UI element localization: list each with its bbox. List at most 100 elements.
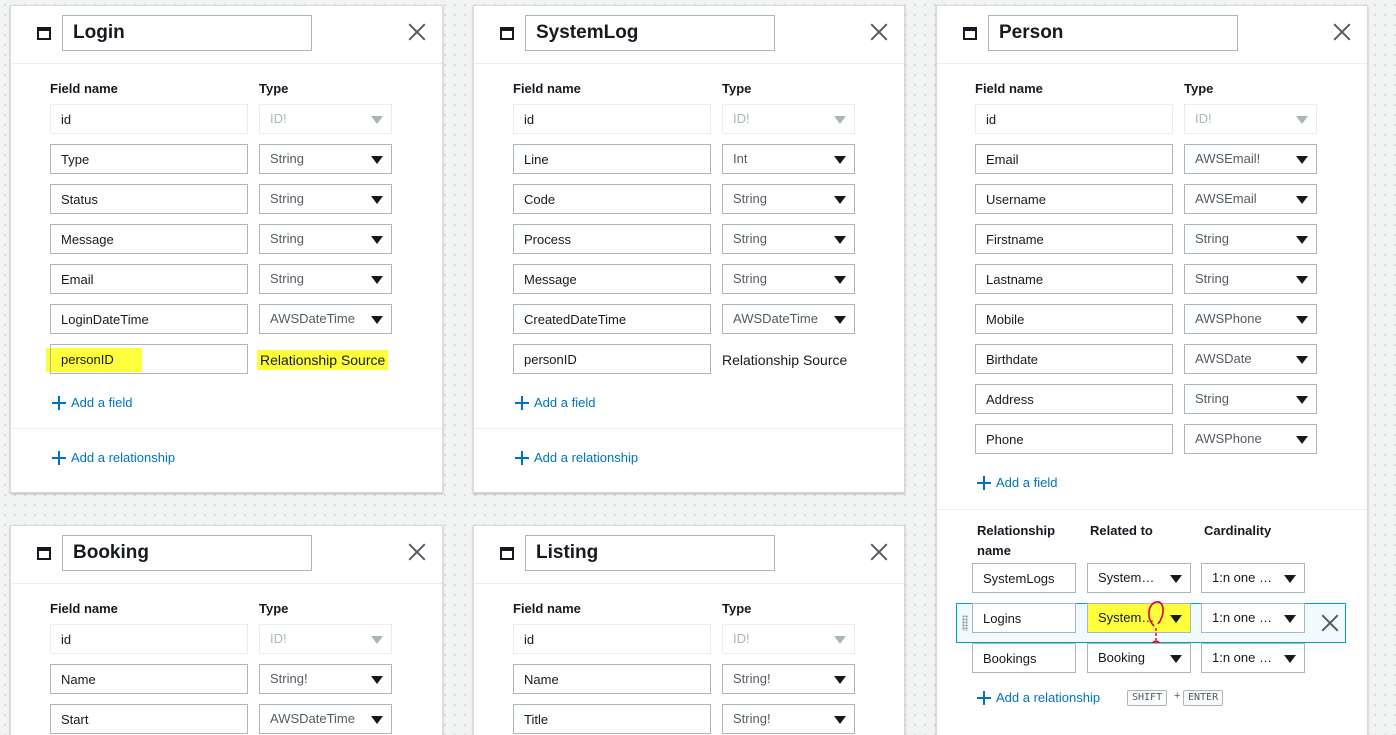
field-type-select[interactable]: String: [722, 224, 855, 254]
related-to-select[interactable]: System…: [1087, 603, 1191, 633]
field-name-input[interactable]: Name: [50, 664, 248, 694]
type-name-input[interactable]: Booking: [62, 535, 312, 571]
caret-down-icon: [371, 676, 383, 684]
field-name-input[interactable]: Address: [975, 384, 1173, 414]
header-line: Relationship: [977, 523, 1056, 538]
field-type-select[interactable]: AWSDate: [1184, 344, 1317, 374]
drag-handle-icon[interactable]: [962, 615, 968, 631]
field-name-input[interactable]: Type: [50, 144, 248, 174]
field-type-value: AWSPhone: [1195, 431, 1262, 446]
field-type-select[interactable]: String: [722, 264, 855, 294]
field-name-input[interactable]: Process: [513, 224, 711, 254]
relationship-name-input[interactable]: SystemLogs: [972, 563, 1076, 593]
close-icon[interactable]: [408, 543, 426, 561]
cardinality-select[interactable]: 1:n one …: [1201, 563, 1305, 593]
cardinality-select[interactable]: 1:n one …: [1201, 643, 1305, 673]
field-type-select[interactable]: AWSPhone: [1184, 424, 1317, 454]
field-type-select[interactable]: String: [259, 264, 392, 294]
caret-down-icon: [1170, 655, 1182, 663]
caret-down-icon: [1296, 316, 1308, 324]
field-name-input[interactable]: Lastname: [975, 264, 1173, 294]
type-name-input[interactable]: Listing: [525, 535, 775, 571]
add-relationship-link[interactable]: Add a relationship: [515, 450, 638, 466]
field-type-select[interactable]: String: [1184, 264, 1317, 294]
type-header: Type: [259, 601, 289, 616]
field-type-select[interactable]: AWSDateTime: [722, 304, 855, 334]
cardinality-header: Cardinality: [1204, 523, 1272, 538]
plus-icon: [977, 476, 991, 490]
related-to-select[interactable]: System…: [1087, 563, 1191, 593]
field-name-input[interactable]: Email: [975, 144, 1173, 174]
field-name-input: id: [50, 624, 248, 654]
field-type-select[interactable]: AWSPhone: [1184, 304, 1317, 334]
type-name-input[interactable]: Login: [62, 15, 312, 51]
field-type-select[interactable]: String: [1184, 384, 1317, 414]
field-type-select[interactable]: String: [722, 184, 855, 214]
field-name-input[interactable]: Birthdate: [975, 344, 1173, 374]
field-type-select[interactable]: AWSEmail!: [1184, 144, 1317, 174]
field-name-input[interactable]: Firstname: [975, 224, 1173, 254]
field-type-select[interactable]: String: [259, 144, 392, 174]
plus-icon: [515, 451, 529, 465]
add-relationship-link[interactable]: Add a relationship: [52, 450, 175, 466]
caret-down-icon: [1296, 276, 1308, 284]
field-name-input[interactable]: Start: [50, 704, 248, 734]
field-type-select[interactable]: AWSDateTime: [259, 304, 392, 334]
field-type-select[interactable]: String: [1184, 224, 1317, 254]
field-type-select[interactable]: String!: [259, 664, 392, 694]
field-type-select[interactable]: Int: [722, 144, 855, 174]
field-name-input[interactable]: LoginDateTime: [50, 304, 248, 334]
field-name-input[interactable]: Username: [975, 184, 1173, 214]
field-name-input[interactable]: Line: [513, 144, 711, 174]
close-icon[interactable]: [1333, 23, 1351, 41]
field-name-input[interactable]: Status: [50, 184, 248, 214]
field-name-input[interactable]: Title: [513, 704, 711, 734]
add-relationship-label: Add a relationship: [534, 450, 639, 465]
field-name-input[interactable]: personID: [513, 344, 711, 374]
field-name-input[interactable]: Code: [513, 184, 711, 214]
field-type-select[interactable]: AWSDateTime: [259, 704, 392, 734]
field-type-select[interactable]: String!: [722, 704, 855, 734]
table-icon: [37, 547, 51, 560]
shift-key-hint: SHIFT: [1127, 690, 1168, 706]
field-type-select[interactable]: AWSEmail: [1184, 184, 1317, 214]
booking-card: Booking Field name Type id ID! Name Stri…: [10, 525, 443, 735]
caret-down-icon: [834, 676, 846, 684]
relationship-name-input[interactable]: Logins: [972, 603, 1076, 633]
field-name-input[interactable]: Email: [50, 264, 248, 294]
field-type-select[interactable]: String: [259, 224, 392, 254]
field-name-input[interactable]: personID: [50, 344, 248, 374]
related-to-select[interactable]: Booking: [1087, 643, 1191, 673]
field-type-value: AWSDateTime: [270, 711, 355, 726]
field-name-input[interactable]: Mobile: [975, 304, 1173, 334]
close-icon[interactable]: [408, 23, 426, 41]
field-name-header: Field name: [975, 81, 1043, 96]
add-field-link[interactable]: Add a field: [52, 395, 132, 411]
field-type-select[interactable]: String!: [722, 664, 855, 694]
caret-down-icon: [1284, 655, 1296, 663]
cardinality-select[interactable]: 1:n one …: [1201, 603, 1305, 633]
divider: [11, 428, 442, 429]
field-name-input[interactable]: Phone: [975, 424, 1173, 454]
cardinality-value: 1:n one …: [1212, 570, 1272, 585]
add-field-link[interactable]: Add a field: [977, 475, 1057, 491]
field-name-input[interactable]: Message: [513, 264, 711, 294]
add-relationship-link[interactable]: Add a relationship: [977, 690, 1100, 706]
card-header: SystemLog: [474, 6, 904, 64]
field-type-value: String: [1195, 231, 1229, 246]
close-icon[interactable]: [870, 23, 888, 41]
field-name-input[interactable]: CreatedDateTime: [513, 304, 711, 334]
field-type-value: ID!: [1195, 111, 1212, 126]
type-name-input[interactable]: SystemLog: [525, 15, 775, 51]
type-name-input[interactable]: Person: [988, 15, 1238, 51]
field-name-input[interactable]: Message: [50, 224, 248, 254]
close-icon[interactable]: [870, 543, 888, 561]
field-name-input[interactable]: Name: [513, 664, 711, 694]
relationship-name-input[interactable]: Bookings: [972, 643, 1076, 673]
card-header: Listing: [474, 526, 904, 584]
remove-relationship-icon[interactable]: [1321, 614, 1339, 632]
add-field-link[interactable]: Add a field: [515, 395, 595, 411]
field-type-select[interactable]: String: [259, 184, 392, 214]
caret-down-icon: [1284, 615, 1296, 623]
field-type-value: AWSDateTime: [733, 311, 818, 326]
